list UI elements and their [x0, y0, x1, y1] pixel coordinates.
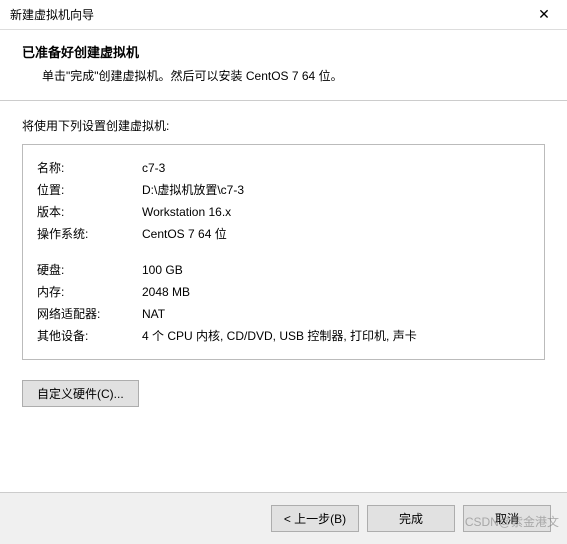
row-disk: 硬盘: 100 GB	[37, 259, 530, 281]
window-title: 新建虚拟机向导	[10, 6, 94, 23]
label-disk: 硬盘:	[37, 259, 142, 281]
value-location: D:\虚拟机放置\c7-3	[142, 179, 530, 201]
config-summary: 名称: c7-3 位置: D:\虚拟机放置\c7-3 版本: Workstati…	[22, 144, 545, 360]
row-network: 网络适配器: NAT	[37, 303, 530, 325]
cancel-button[interactable]: 取消	[463, 505, 551, 532]
label-os: 操作系统:	[37, 223, 142, 245]
titlebar: 新建虚拟机向导 ✕	[0, 0, 567, 30]
label-other: 其他设备:	[37, 325, 142, 347]
label-name: 名称:	[37, 157, 142, 179]
row-name: 名称: c7-3	[37, 157, 530, 179]
label-location: 位置:	[37, 179, 142, 201]
wizard-footer: < 上一步(B) 完成 取消	[0, 492, 567, 544]
customize-hardware-button[interactable]: 自定义硬件(C)...	[22, 380, 139, 407]
page-heading: 已准备好创建虚拟机	[22, 42, 545, 61]
label-memory: 内存:	[37, 281, 142, 303]
value-os: CentOS 7 64 位	[142, 223, 530, 245]
row-location: 位置: D:\虚拟机放置\c7-3	[37, 179, 530, 201]
wizard-body: 将使用下列设置创建虚拟机: 名称: c7-3 位置: D:\虚拟机放置\c7-3…	[0, 101, 567, 417]
value-memory: 2048 MB	[142, 281, 530, 303]
wizard-header: 已准备好创建虚拟机 单击"完成"创建虚拟机。然后可以安装 CentOS 7 64…	[0, 30, 567, 100]
finish-button[interactable]: 完成	[367, 505, 455, 532]
row-version: 版本: Workstation 16.x	[37, 201, 530, 223]
label-version: 版本:	[37, 201, 142, 223]
page-subtitle: 单击"完成"创建虚拟机。然后可以安装 CentOS 7 64 位。	[22, 67, 545, 84]
value-version: Workstation 16.x	[142, 201, 530, 223]
back-button[interactable]: < 上一步(B)	[271, 505, 359, 532]
row-memory: 内存: 2048 MB	[37, 281, 530, 303]
value-other: 4 个 CPU 内核, CD/DVD, USB 控制器, 打印机, 声卡	[142, 325, 530, 347]
lead-text: 将使用下列设置创建虚拟机:	[22, 117, 545, 134]
row-os: 操作系统: CentOS 7 64 位	[37, 223, 530, 245]
value-disk: 100 GB	[142, 259, 530, 281]
close-icon[interactable]: ✕	[529, 5, 559, 25]
value-name: c7-3	[142, 157, 530, 179]
label-network: 网络适配器:	[37, 303, 142, 325]
value-network: NAT	[142, 303, 530, 325]
row-other: 其他设备: 4 个 CPU 内核, CD/DVD, USB 控制器, 打印机, …	[37, 325, 530, 347]
